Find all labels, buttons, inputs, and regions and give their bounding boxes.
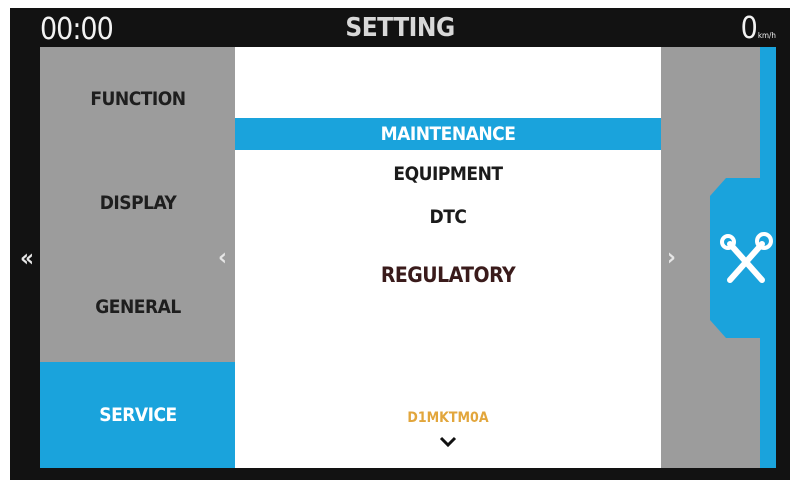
double-chevron-left-icon[interactable]: « [20, 244, 34, 272]
chevron-left-icon[interactable]: ‹ [218, 243, 227, 271]
sidebar-item-service[interactable]: SERVICE [40, 362, 236, 468]
speed-readout: 0km/h [741, 11, 776, 46]
service-tab[interactable] [710, 178, 776, 338]
menu-item-equipment[interactable]: EQUIPMENT [235, 159, 661, 189]
chevron-right-icon[interactable]: › [667, 243, 676, 271]
sidebar-item-display[interactable]: DISPLAY [40, 151, 236, 255]
category-sidebar: FUNCTION DISPLAY GENERAL SERVICE ‹ [40, 47, 236, 468]
menu-panel: MAINTENANCE EQUIPMENT DTC REGULATORY D1M… [235, 47, 661, 468]
speed-value: 0 [740, 11, 758, 46]
sidebar-item-general[interactable]: GENERAL [40, 255, 236, 359]
menu-item-regulatory[interactable]: REGULATORY [235, 259, 661, 291]
chevron-down-icon[interactable] [438, 435, 458, 449]
menu-item-maintenance[interactable]: MAINTENANCE [235, 118, 661, 150]
menu-item-dtc[interactable]: DTC [235, 202, 661, 232]
page-title: SETTING [345, 13, 455, 43]
version-code: D1MKTM0A [407, 410, 489, 426]
speed-unit: km/h [757, 31, 776, 40]
status-bar: 00:00 SETTING 0km/h [10, 8, 790, 48]
sidebar-item-function[interactable]: FUNCTION [40, 47, 236, 151]
display-screen: 00:00 SETTING 0km/h « FUNCTION DISPLAY G… [10, 8, 790, 480]
